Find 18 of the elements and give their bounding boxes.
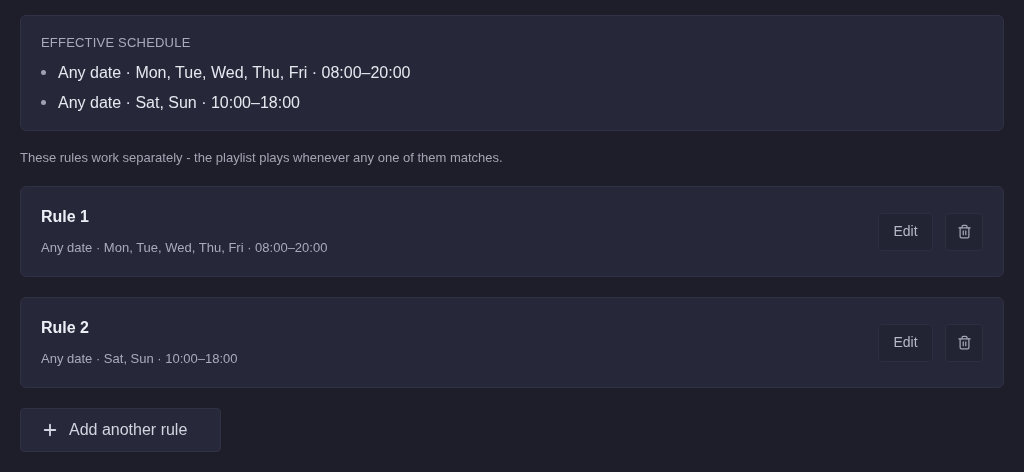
rule-description: Any date · Mon, Tue, Wed, Thu, Fri · 08:00–20:00 [41,239,328,258]
edit-button[interactable]: Edit [878,212,933,251]
plus-icon [41,421,59,439]
rule-title: Rule 1 [41,207,90,228]
bullet-icon [41,70,46,75]
section-title: EFFECTIVE SCHEDULE [41,34,192,52]
schedule-item: Any date · Sat, Sun · 10:00–18:00 [58,92,300,113]
bullet-icon [41,100,46,105]
rule-description: Any date · Sat, Sun · 10:00–18:00 [41,350,238,369]
add-rule-button[interactable]: Add another rule [20,408,221,452]
rule-title: Rule 2 [41,318,90,339]
note-text: These rules work separately - the playlist plays whenever any one of them matches. [20,148,504,167]
delete-button[interactable] [945,323,983,362]
trash-icon [956,224,972,239]
trash-icon [956,335,972,350]
edit-button[interactable]: Edit [878,323,933,362]
delete-button[interactable] [945,212,983,251]
schedule-item: Any date · Mon, Tue, Wed, Thu, Fri · 08:00–20:00 [58,62,411,83]
